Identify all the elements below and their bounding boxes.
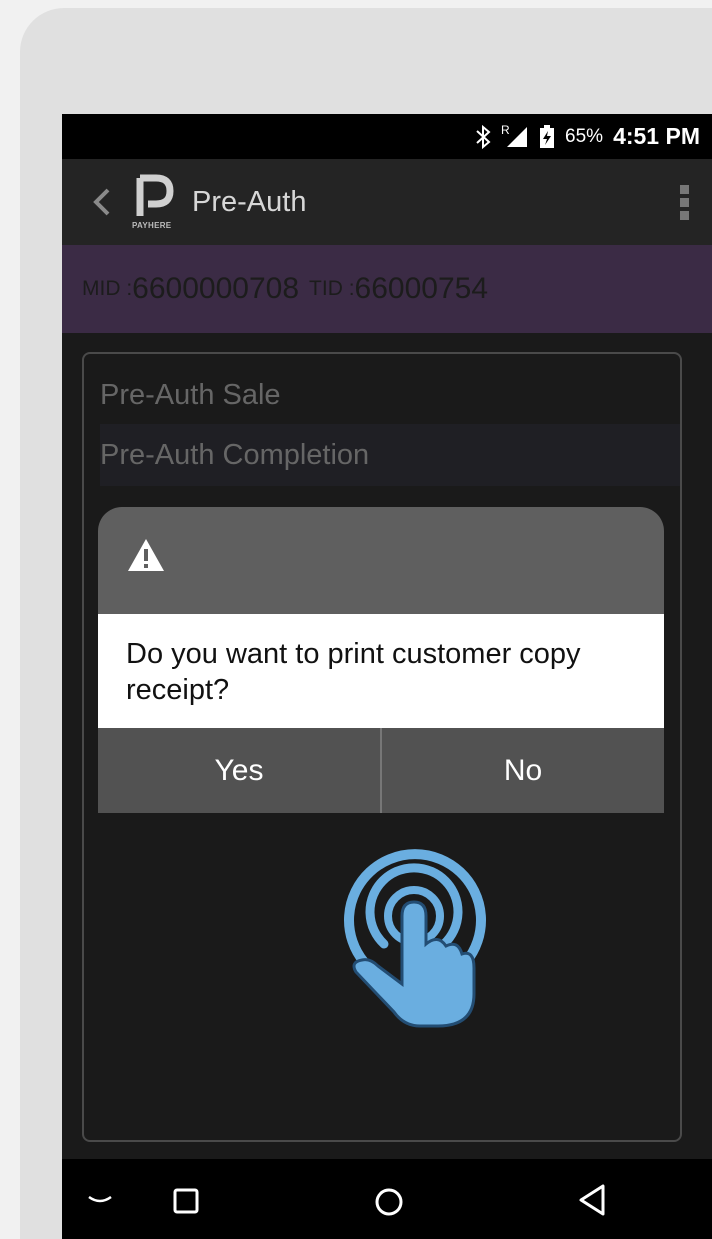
dialog-message: Do you want to print customer copy recei… — [98, 614, 664, 728]
payhere-logo: PAYHERE — [130, 172, 178, 232]
keyboard-hide-icon[interactable] — [86, 1195, 114, 1207]
mid-label: MID : — [82, 277, 133, 300]
page-title: Pre-Auth — [192, 185, 307, 218]
mid-value: 6600000708 — [132, 272, 300, 305]
logo-subtext: PAYHERE — [132, 221, 172, 230]
back-icon[interactable] — [82, 182, 122, 222]
clock-time: 4:51 PM — [613, 123, 700, 149]
menu-item-pre-auth-completion[interactable]: Pre-Auth Completion — [100, 424, 680, 486]
merchant-info-bar: MID : 6600000708 TID : 66000754 — [62, 245, 712, 333]
menu-item-pre-auth-sale[interactable]: Pre-Auth Sale — [100, 364, 680, 426]
dialog-actions: Yes No — [98, 728, 664, 813]
status-bar: R 65% 4:51 PM — [62, 114, 712, 159]
warning-icon — [128, 539, 164, 571]
battery-percent: 65% — [565, 125, 604, 147]
more-options-icon[interactable] — [678, 184, 692, 222]
no-button[interactable]: No — [382, 728, 664, 813]
print-receipt-dialog: Do you want to print customer copy recei… — [98, 507, 664, 813]
device-screen: R 65% 4:51 PM PAYHERE Pre-Auth MID: 660… — [62, 114, 712, 1239]
back-nav-icon[interactable] — [577, 1183, 607, 1217]
tid-value: 66000754 — [354, 272, 489, 305]
tap-gesture-icon — [344, 849, 486, 1028]
dialog-header — [98, 507, 664, 614]
app-bar: PAYHERE Pre-Auth — [62, 159, 712, 245]
bluetooth-icon — [476, 124, 491, 149]
tid-label: TID : — [309, 277, 355, 300]
recent-apps-icon[interactable] — [172, 1187, 200, 1215]
battery-charging-icon — [540, 124, 555, 148]
yes-button[interactable]: Yes — [98, 728, 380, 813]
home-icon[interactable] — [373, 1186, 405, 1218]
system-navigation-bar — [62, 1159, 712, 1239]
signal-icon: R — [501, 123, 529, 149]
